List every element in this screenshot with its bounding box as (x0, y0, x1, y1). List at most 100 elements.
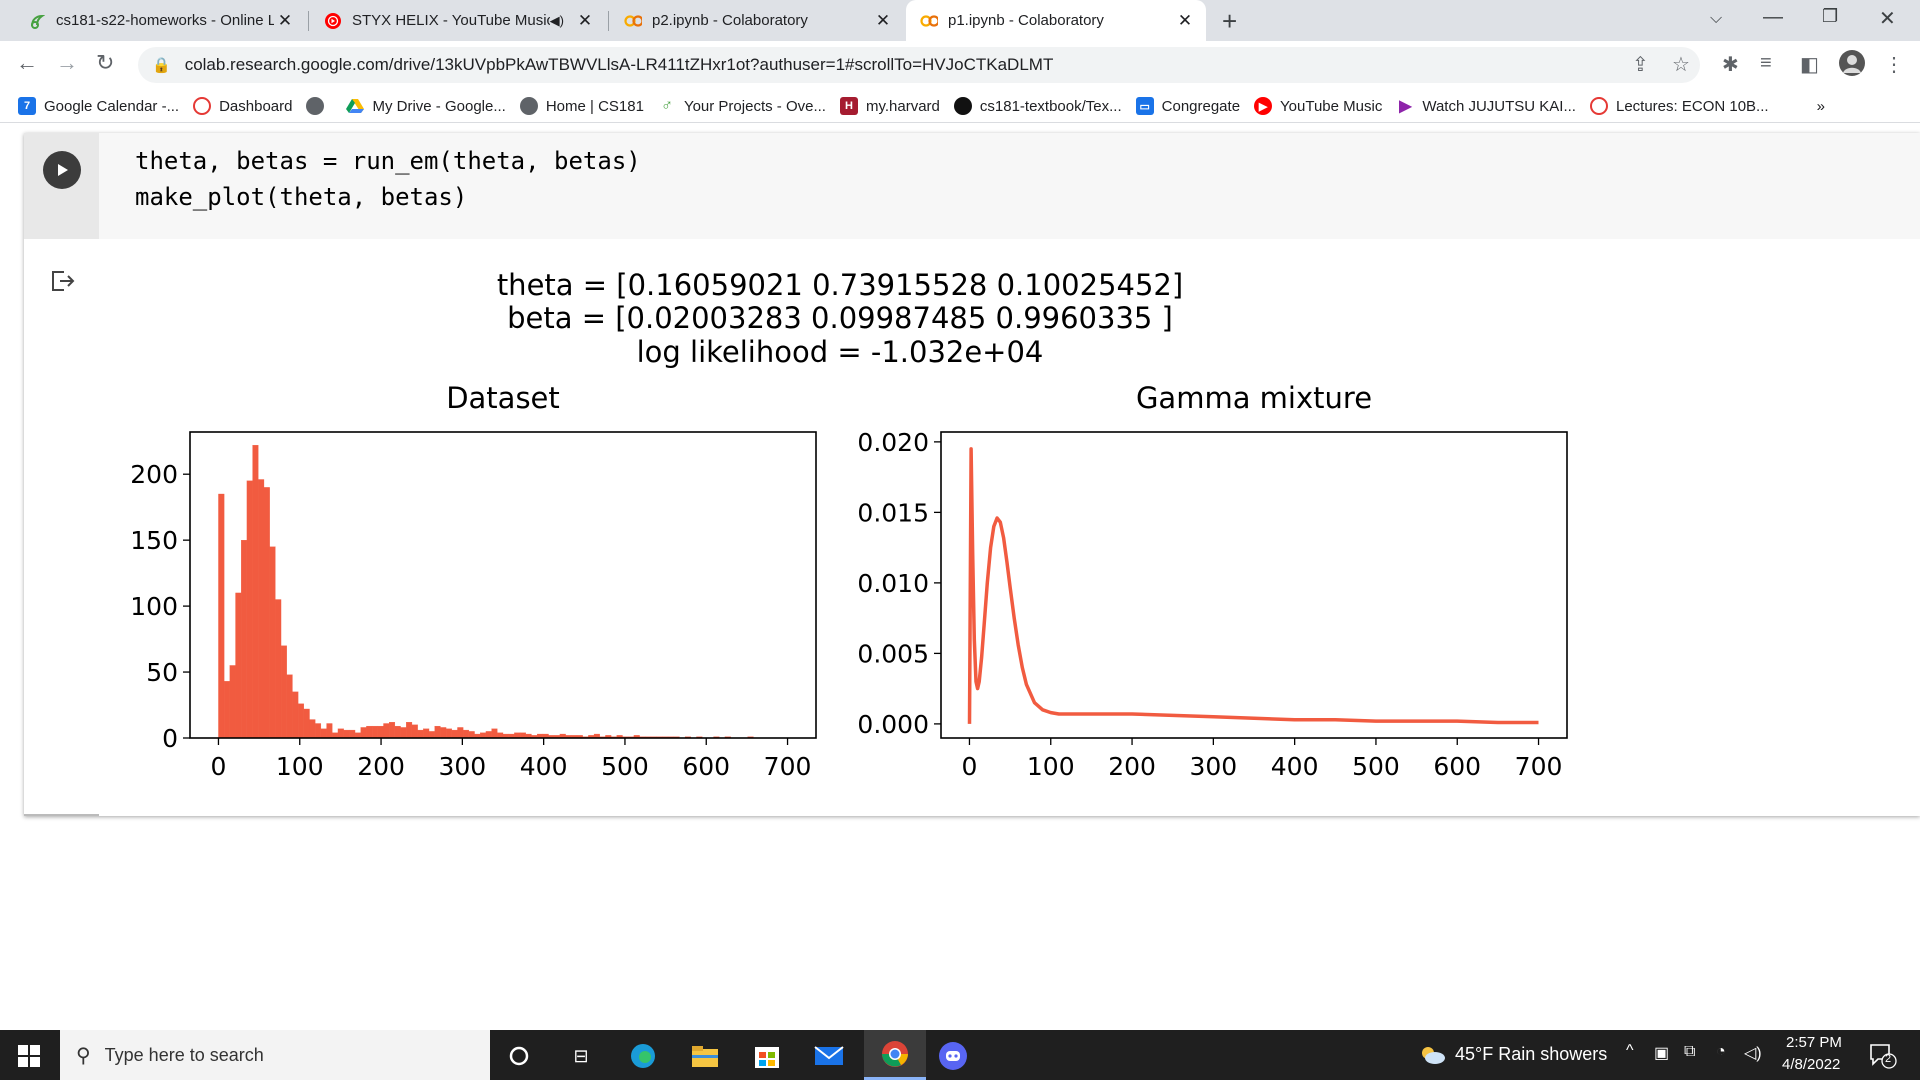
back-arrow-icon[interactable]: ← (16, 50, 38, 76)
histogram-bar (235, 592, 242, 739)
bookmark-lectures-econ[interactable]: Lectures: ECON 10B... (1589, 97, 1769, 115)
tray-chevron-icon[interactable]: ^ (1626, 1042, 1634, 1060)
wifi-icon[interactable]: ◔ (1716, 1043, 1726, 1061)
gamma-mixture-plot: 0 100 200 300 400 500 600 700 0.000 0.005 0.010 0.0… (857, 428, 1568, 781)
close-icon[interactable]: ✕ (872, 11, 894, 31)
file-explorer-icon[interactable] (689, 1040, 721, 1072)
bookmark-home-cs181[interactable]: Home | CS181 (519, 97, 644, 115)
histogram-bar (468, 731, 475, 739)
youtube-music-icon (324, 12, 342, 30)
google-drive-icon (346, 97, 365, 115)
volume-icon[interactable]: ◁) (1744, 1043, 1762, 1063)
reload-icon[interactable]: ↻ (96, 50, 114, 76)
close-window-button[interactable]: ✕ (1879, 6, 1896, 31)
code-cell[interactable]: theta, betas = run_em(theta, betas) make… (24, 133, 1920, 816)
side-panel-icon[interactable]: ◧ (1800, 52, 1819, 77)
figure-suptitle-beta: beta = [0.02003283 0.09987485 0.9960335 … (507, 301, 1173, 335)
bookmark-congregate[interactable]: ▭ Congregate (1135, 97, 1240, 115)
weather-text[interactable]: 45°F Rain showers (1455, 1044, 1607, 1065)
windows-start-icon[interactable] (18, 1045, 40, 1072)
histogram-bar (371, 725, 378, 739)
notification-center-icon[interactable]: 2 (1868, 1042, 1898, 1075)
bookmarks-overflow-button[interactable]: » (1817, 98, 1825, 115)
histogram-bar (241, 540, 248, 739)
x-tick-label: 200 (1108, 752, 1156, 781)
bookmark-jujutsu-kaisen[interactable]: ▶ Watch JUJUTSU KAI... (1396, 97, 1576, 116)
lock-icon[interactable]: 🔒 (152, 56, 171, 74)
bookmark-cs181-textbook[interactable]: cs181-textbook/Tex... (953, 97, 1122, 115)
media-control-icon[interactable]: ≡ (1760, 52, 1772, 75)
tab-title: p1.ipynb - Colaboratory (948, 12, 1104, 29)
canvas-icon (193, 97, 212, 115)
tab-strip: cs181-s22-homeworks - Online L ✕ STYX HE… (0, 0, 1920, 41)
y-tick-label: 0.005 (857, 639, 929, 668)
histogram-bar (389, 722, 396, 739)
colab-icon (920, 12, 938, 30)
y-tick-label: 150 (130, 526, 178, 555)
restore-button[interactable]: ❐ (1822, 6, 1838, 27)
clock-date[interactable]: 4/8/2022 (1782, 1056, 1840, 1073)
x-tick-label: 600 (1433, 752, 1481, 781)
dataset-title: Dataset (446, 381, 560, 415)
y-tick-label: 0.010 (857, 569, 929, 598)
taskbar-search-box[interactable]: ⚲ Type here to search (60, 1030, 490, 1080)
new-tab-button[interactable]: + (1222, 6, 1237, 37)
clock-time[interactable]: 2:57 PM (1786, 1034, 1842, 1051)
speaker-icon[interactable]: ◀) (550, 13, 564, 29)
windows-taskbar: ⚲ Type here to search ⊟ 45°F Rain shower… (0, 1030, 1920, 1080)
tab-p1-colab[interactable]: p1.ipynb - Colaboratory ✕ (906, 0, 1206, 41)
bookmark-your-projects[interactable]: ♂ Your Projects - Ove... (658, 97, 826, 115)
histogram-bar (309, 719, 316, 739)
minimize-button[interactable]: — (1763, 6, 1783, 29)
bookmark-globe[interactable] (306, 97, 332, 115)
tab-p2-colab[interactable]: p2.ipynb - Colaboratory ✕ (610, 0, 904, 41)
colab-icon (624, 12, 642, 30)
close-icon[interactable]: ✕ (1174, 11, 1196, 31)
url-text[interactable]: colab.research.google.com/drive/13kUVpbP… (185, 55, 1054, 75)
mail-icon[interactable] (813, 1040, 845, 1072)
task-view-icon[interactable]: ⊟ (565, 1040, 597, 1072)
bookmark-google-calendar[interactable]: 7 Google Calendar -... (18, 97, 179, 115)
chrome-icon (882, 1041, 908, 1067)
bookmark-my-drive[interactable]: My Drive - Google... (346, 97, 506, 115)
browser-toolbar: ← → ↻ 🔒 colab.research.google.com/drive/… (0, 41, 1920, 90)
histogram-bar (485, 731, 492, 739)
cortana-icon[interactable] (503, 1040, 535, 1072)
forward-arrow-icon[interactable]: → (56, 50, 78, 76)
meet-now-icon[interactable]: ▣ (1654, 1043, 1669, 1063)
weather-icon[interactable] (1418, 1044, 1446, 1071)
histogram-bar (428, 731, 435, 739)
close-icon[interactable]: ✕ (274, 11, 296, 31)
tab-youtube-music[interactable]: STYX HELIX - YouTube Music ◀) ✕ (310, 0, 606, 41)
histogram-bar (383, 723, 390, 739)
address-bar[interactable]: 🔒 colab.research.google.com/drive/13kUVp… (138, 47, 1700, 83)
bookmark-dashboard[interactable]: Dashboard (193, 97, 292, 115)
microsoft-store-icon[interactable] (751, 1040, 783, 1072)
globe-icon (519, 97, 538, 115)
profile-avatar[interactable] (1838, 49, 1866, 83)
tab-search-chevron-icon[interactable]: ⌵ (1710, 10, 1722, 28)
edge-icon[interactable] (627, 1040, 659, 1072)
tab-overleaf[interactable]: cs181-s22-homeworks - Online L ✕ (14, 0, 306, 41)
dataset-histogram: 0 100 200 300 400 500 600 700 0 50 100 150 200 (130, 431, 817, 781)
histogram-bar (366, 725, 373, 739)
display-icon[interactable]: ⧉ (1684, 1043, 1695, 1061)
histogram-bar (326, 723, 333, 739)
histogram-bar (491, 728, 498, 739)
taskbar-chrome-active[interactable] (864, 1030, 926, 1080)
extensions-puzzle-icon[interactable]: ✱ (1722, 52, 1739, 77)
discord-icon[interactable] (937, 1040, 969, 1072)
kebab-menu-icon[interactable]: ⋮ (1884, 52, 1904, 77)
bookmark-youtube-music[interactable]: ▶ YouTube Music (1254, 97, 1382, 115)
search-icon: ⚲ (76, 1044, 91, 1067)
bookmark-my-harvard[interactable]: Hmy.harvard (839, 97, 940, 115)
share-icon[interactable]: ⇪ (1632, 52, 1649, 77)
harvard-shield-icon: H (839, 97, 858, 115)
histogram-bar (218, 493, 225, 739)
tab-divider (608, 11, 609, 31)
x-tick-label: 300 (438, 752, 486, 781)
close-icon[interactable]: ✕ (574, 11, 596, 31)
y-tick-label: 100 (130, 592, 178, 621)
histogram-bar (223, 681, 230, 739)
bookmark-star-icon[interactable]: ☆ (1672, 52, 1690, 77)
